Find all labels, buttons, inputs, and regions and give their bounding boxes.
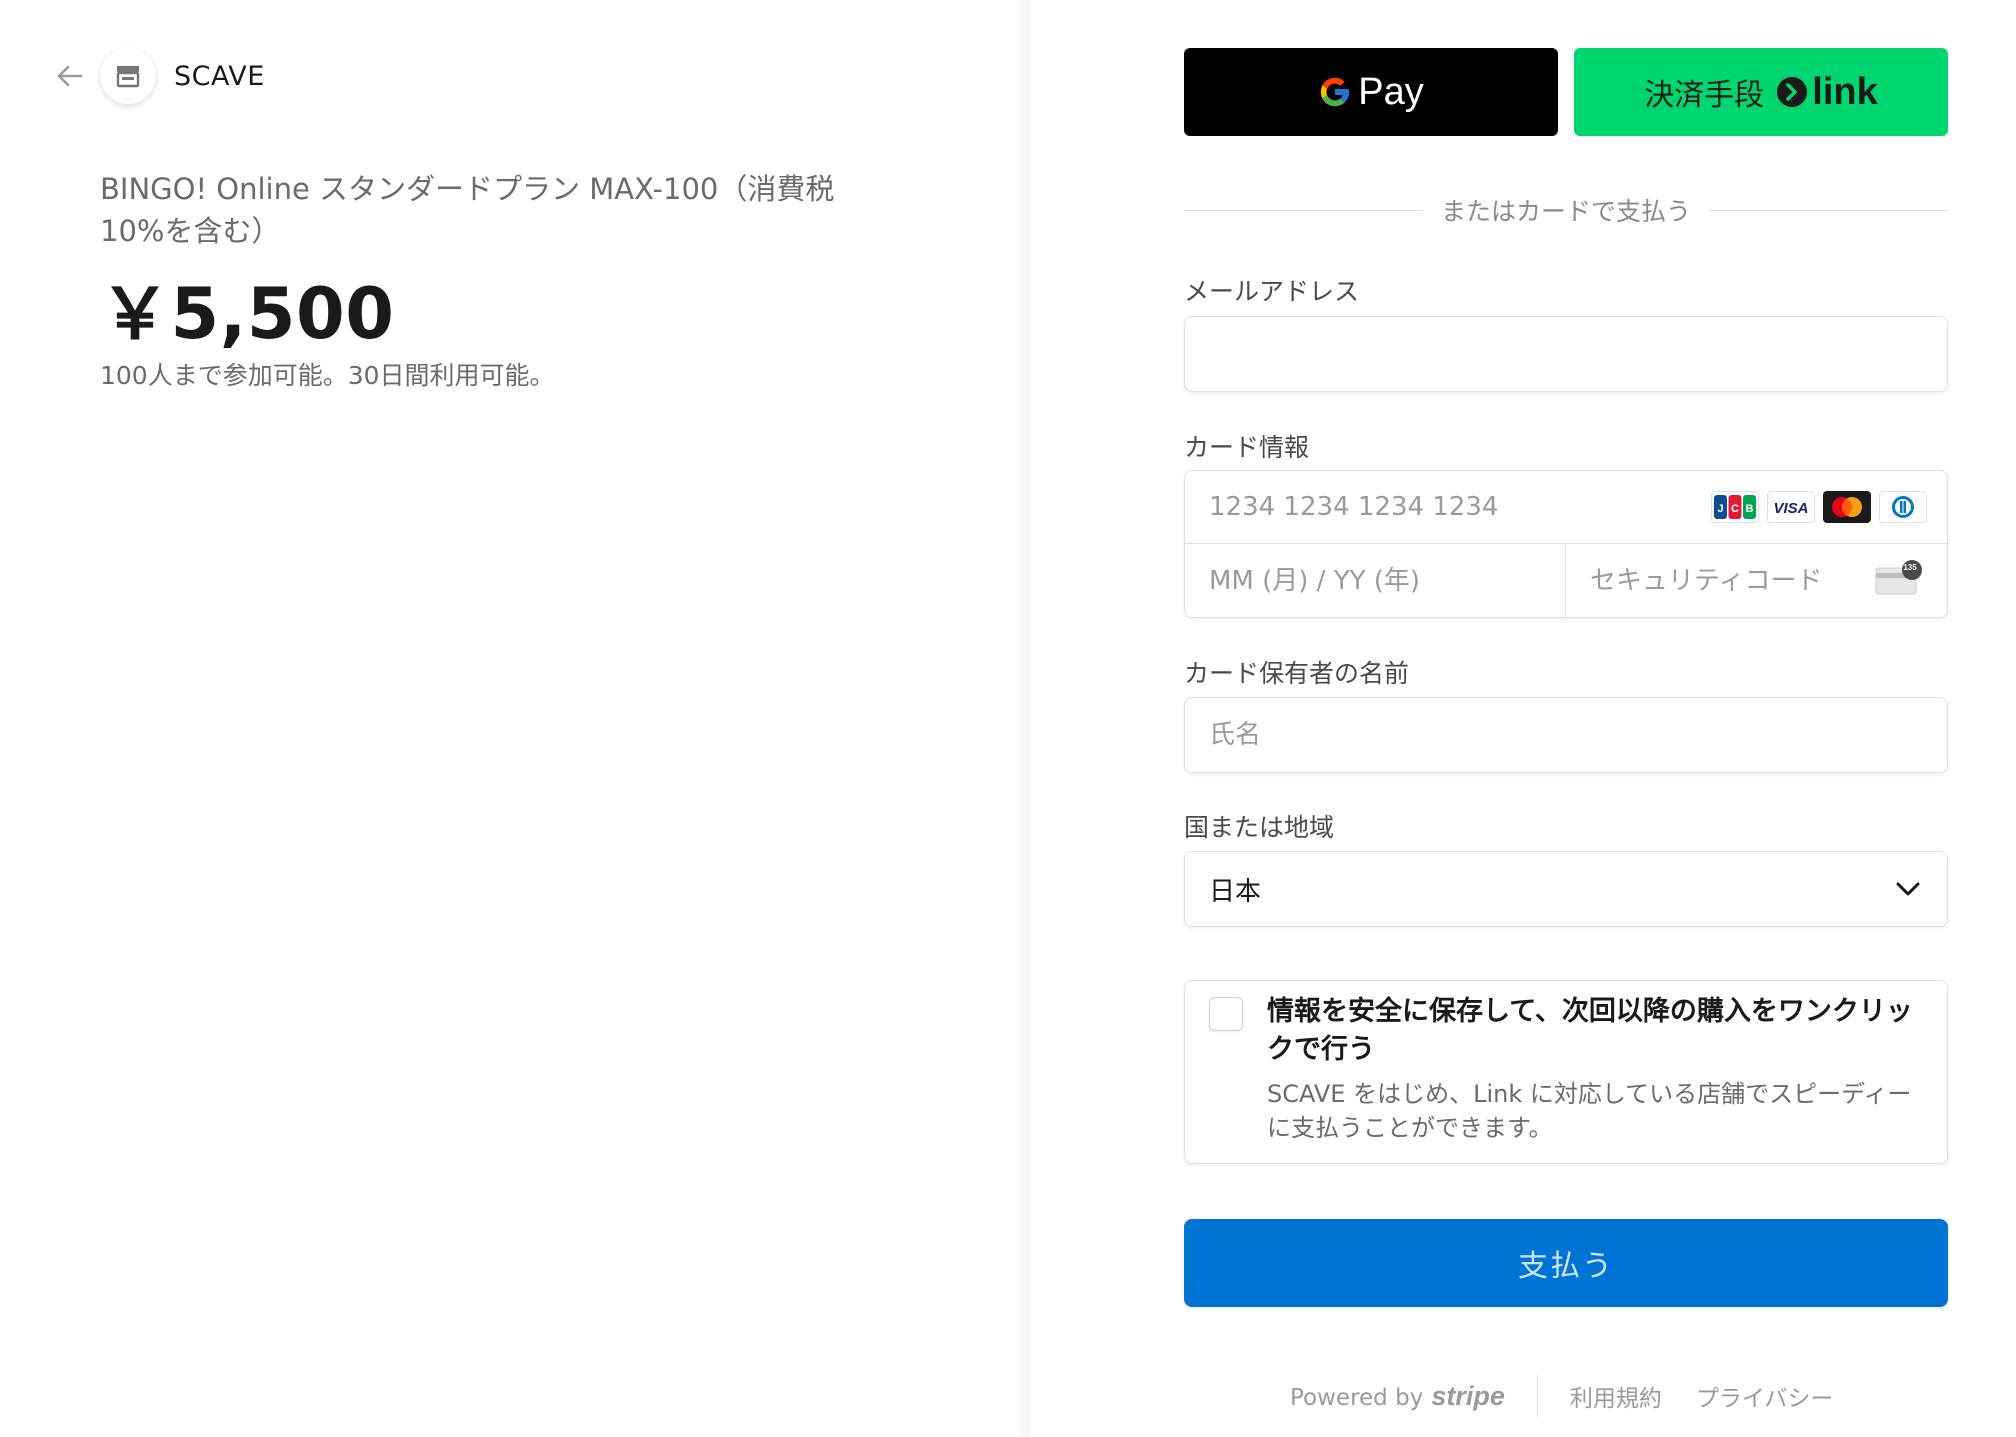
country-selected-value: 日本 — [1209, 876, 1262, 907]
svg-text:B: B — [1746, 503, 1754, 515]
card-info-label: カード情報 — [1184, 433, 1310, 462]
google-pay-label: Pay — [1358, 70, 1424, 113]
jcb-icon: J C B — [1711, 491, 1759, 523]
stripe-logo: stripe — [1431, 1380, 1505, 1411]
link-logo: link — [1776, 70, 1878, 114]
google-pay-button[interactable]: Pay — [1184, 48, 1558, 136]
merchant-name: SCAVE — [174, 60, 265, 92]
google-g-icon — [1321, 77, 1350, 107]
svg-text:C: C — [1731, 503, 1739, 515]
email-input[interactable] — [1185, 317, 1947, 391]
save-info-title: 情報を安全に保存して、次回以降の購入をワンクリックで行う — [1267, 996, 1913, 1065]
product-name: BINGO! Online スタンダードプラン MAX-100（消費税10%を含… — [100, 172, 835, 248]
powered-by-stripe[interactable]: Powered by stripe — [1290, 1381, 1505, 1412]
link-button-label: 決済手段 — [1644, 78, 1765, 113]
panel-divider-shadow — [1016, 0, 1030, 1437]
footer-separator — [1536, 1374, 1538, 1418]
country-label: 国または地域 — [1184, 813, 1335, 842]
card-brand-icons: J C B VISA — [1711, 491, 1927, 523]
country-select[interactable]: 日本 — [1184, 851, 1948, 927]
svg-text:VISA: VISA — [1773, 500, 1808, 517]
mastercard-icon — [1823, 491, 1871, 523]
wallet-buttons: Pay 決済手段 link — [1184, 48, 1948, 136]
card-cvc-field: 135 — [1566, 544, 1948, 618]
link-wordmark: link — [1812, 70, 1878, 113]
divider-line-right — [1709, 209, 1949, 211]
payment-panel: Pay 決済手段 link またはカードで支払う メールアドレス カード情報 1… — [1030, 0, 2016, 1437]
cardholder-name-input[interactable] — [1185, 698, 1947, 772]
pay-button-label: 支払う — [1518, 1249, 1614, 1284]
link-arrow-icon — [1777, 77, 1808, 107]
store-icon — [100, 48, 156, 104]
svg-text:J: J — [1717, 503, 1723, 515]
link-pay-button[interactable]: 決済手段 link — [1574, 48, 1948, 136]
divider-text: またはカードで支払う — [1441, 197, 1692, 226]
terms-link[interactable]: 利用規約 — [1570, 1379, 1662, 1413]
footer: Powered by stripe 利用規約 プライバシー — [1290, 1374, 1867, 1418]
save-info-box: 情報を安全に保存して、次回以降の購入をワンクリックで行う SCAVE をはじめ、… — [1184, 980, 1948, 1164]
card-number-field: J C B VISA — [1185, 471, 1949, 544]
cvc-card-icon: 135 — [1874, 560, 1924, 600]
merchant-header: SCAVE — [56, 48, 265, 104]
email-field-wrapper — [1184, 316, 1948, 392]
product-description: 100人まで参加可能。30日間利用可能。 — [100, 361, 555, 390]
order-summary-panel: SCAVE BINGO! Online スタンダードプラン MAX-100（消費… — [0, 0, 1030, 1437]
save-info-description: SCAVE をはじめ、Link に対応している店舗でスピーディーに支払うことがで… — [1267, 1080, 1912, 1142]
pay-button[interactable]: 支払う — [1184, 1219, 1948, 1307]
diners-club-icon — [1879, 491, 1927, 523]
powered-by-text: Powered by — [1290, 1384, 1424, 1411]
card-expiry-field — [1185, 544, 1566, 618]
card-expiry-input[interactable] — [1185, 544, 1565, 618]
or-pay-with-card-divider: またはカードで支払う — [1184, 190, 1949, 230]
back-arrow-icon[interactable] — [56, 62, 84, 90]
card-info-group: J C B VISA — [1184, 470, 1949, 618]
chevron-down-icon — [1896, 882, 1920, 896]
email-label: メールアドレス — [1184, 277, 1360, 306]
cvc-hint-number: 135 — [1903, 563, 1917, 572]
save-info-checkbox[interactable] — [1209, 997, 1243, 1031]
cardholder-label: カード保有者の名前 — [1184, 659, 1410, 688]
divider-line-left — [1184, 209, 1423, 211]
cardholder-field-wrapper — [1184, 697, 1948, 773]
product-price: ￥5,500 — [100, 273, 395, 355]
privacy-link[interactable]: プライバシー — [1696, 1379, 1834, 1413]
visa-icon: VISA — [1767, 491, 1815, 523]
